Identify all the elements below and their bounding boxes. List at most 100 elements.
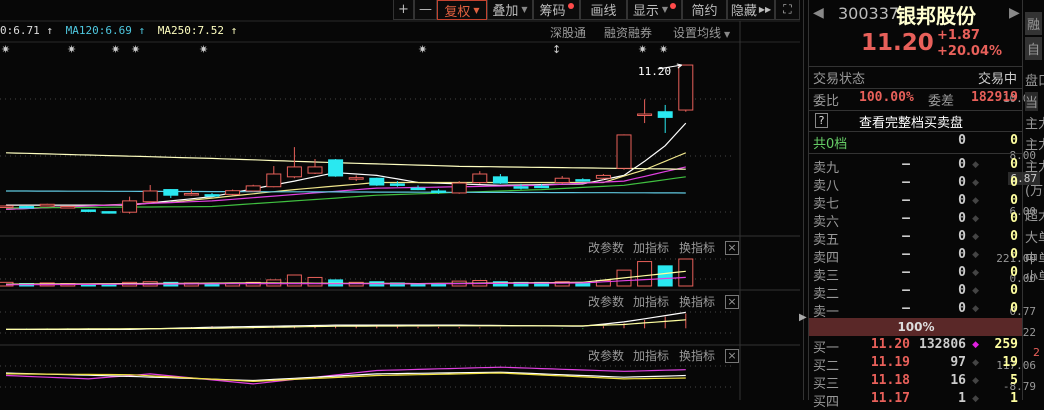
side-tab-item[interactable]: (万元: [1025, 180, 1044, 199]
diamond-icon: ◆: [972, 286, 979, 296]
switch-indicator-button[interactable]: 换指标: [679, 239, 715, 256]
close-panel-icon[interactable]: ×: [725, 295, 739, 309]
candle-down: [328, 159, 344, 177]
ma-settings-dropdown[interactable]: 设置均线 ▼: [673, 24, 730, 41]
candle-up: [472, 173, 488, 183]
overlay-dropdown[interactable]: 叠加 ▼: [487, 0, 533, 20]
sell-volume: 0: [958, 301, 966, 316]
diamond-icon: ◆: [972, 268, 979, 278]
next-stock-arrow-icon[interactable]: ▶: [1009, 5, 1020, 21]
event-marker-icon[interactable]: ✷: [659, 43, 668, 56]
event-marker-icon[interactable]: ✷: [67, 43, 76, 56]
fullscreen-icon: ⛶: [783, 2, 792, 16]
side-tab-item[interactable]: 大单: [1025, 227, 1044, 246]
weibi-value: 100.00%: [859, 90, 914, 105]
candle-up: [678, 64, 694, 111]
sell-row: 卖九 — 0 ◆ 0: [809, 157, 1023, 176]
side-tab-item[interactable]: 中单: [1025, 248, 1044, 267]
volume-bar: [286, 274, 302, 287]
side-tab-item[interactable]: 小单: [1025, 266, 1044, 285]
diamond-icon: ◆: [972, 394, 979, 404]
add-indicator-button[interactable]: 加指标: [633, 347, 669, 364]
macd-dif-line: [6, 311, 686, 330]
sell-price: —: [902, 175, 910, 190]
candle-down: [163, 189, 179, 196]
fuquan-dropdown[interactable]: 复权 ▼: [437, 0, 487, 20]
collapse-arrow-icon[interactable]: ▶: [799, 312, 807, 323]
add-indicator-button[interactable]: 加指标: [633, 239, 669, 256]
side-tab-item[interactable]: 当: [1025, 92, 1039, 111]
stock-code: 300337: [838, 4, 900, 23]
ma-legend-item: MA250:7.52 ↑: [157, 24, 238, 37]
sell-price: —: [902, 265, 910, 280]
sell-row: 卖四 — 0 ◆ 0: [809, 247, 1023, 266]
zoom-in-button[interactable]: +: [393, 0, 414, 20]
switch-indicator-button[interactable]: 换指标: [679, 347, 715, 364]
edit-params-button[interactable]: 改参数: [588, 239, 624, 256]
side-tab-item[interactable]: 主力: [1025, 113, 1044, 132]
diamond-icon: ◆: [972, 376, 979, 386]
buy-order-count: 1: [1010, 391, 1018, 406]
prev-stock-arrow-icon[interactable]: ◀: [813, 5, 824, 21]
caret-down-icon: ▼: [661, 5, 669, 14]
ma-line-ma120: [6, 190, 686, 194]
candle-up: [616, 134, 632, 169]
buy-level-label: 买三: [813, 377, 840, 392]
ma-legend-item: MA120:6.69 ↑: [65, 24, 146, 37]
side-tab-item[interactable]: 融: [1025, 12, 1043, 35]
close-panel-icon[interactable]: ×: [725, 349, 739, 363]
sell-volume: 0: [958, 211, 966, 226]
event-marker-icon[interactable]: ✷: [1, 43, 10, 56]
event-marker-icon[interactable]: ✷: [199, 43, 208, 56]
side-tab-item[interactable]: 2: [1033, 346, 1040, 359]
shengutong-link[interactable]: 深股通: [550, 24, 586, 41]
total-levels-label: 共0档: [813, 137, 848, 152]
kline-chart[interactable]: [0, 0, 800, 400]
add-indicator-button[interactable]: 加指标: [633, 293, 669, 310]
ma-legend-item: 0:6.71 ↑: [0, 24, 53, 37]
simple-mode-button[interactable]: 简约: [682, 0, 727, 20]
weibi-label: 委比: [813, 94, 840, 109]
sell-order-count: 0: [1010, 193, 1018, 208]
shengutong-marker-icon[interactable]: ↕: [552, 43, 561, 56]
side-tab-item[interactable]: 主力: [1025, 156, 1044, 175]
caret-down-icon: ▼: [724, 30, 731, 39]
ma-settings-label: 设置均线: [673, 26, 722, 40]
zoom-out-button[interactable]: —: [414, 0, 437, 20]
switch-indicator-button[interactable]: 换指标: [679, 293, 715, 310]
side-tab-item[interactable]: 超大: [1025, 205, 1044, 224]
display-dropdown[interactable]: 显示 ▼: [627, 0, 682, 20]
sell-price: —: [902, 301, 910, 316]
candle-up: [286, 166, 302, 178]
side-tab-item[interactable]: 自: [1025, 37, 1043, 60]
side-tab-item[interactable]: 主力: [1025, 134, 1044, 153]
edit-params-button[interactable]: 改参数: [588, 347, 624, 364]
splitter[interactable]: [803, 0, 804, 400]
caret-down-icon: ▼: [521, 5, 528, 14]
candle-down: [534, 185, 550, 189]
draw-line-button[interactable]: 画线: [580, 0, 627, 20]
chips-button[interactable]: 筹码: [533, 0, 580, 20]
fullscreen-button[interactable]: ⛶: [775, 0, 800, 20]
side-tab-item[interactable]: 盘口: [1025, 70, 1044, 89]
edit-params-button[interactable]: 改参数: [588, 293, 624, 310]
buy-level-label: 买二: [813, 359, 840, 374]
event-marker-icon[interactable]: ✷: [638, 43, 647, 56]
simple-mode-label: 简约: [691, 4, 718, 19]
diamond-icon: ◆: [972, 232, 979, 242]
help-icon[interactable]: ?: [815, 113, 828, 128]
event-marker-icon[interactable]: ✷: [131, 43, 140, 56]
sell-volume: 0: [958, 175, 966, 190]
sell-level-label: 卖八: [813, 179, 840, 194]
margin-trading-link[interactable]: 融资融券: [604, 24, 652, 41]
event-marker-icon[interactable]: ✷: [418, 43, 427, 56]
full-book-link[interactable]: 查看完整档买卖盘: [859, 112, 963, 131]
stock-name: 银邦股份: [896, 4, 976, 28]
close-panel-icon[interactable]: ×: [725, 241, 739, 255]
diamond-icon: ◆: [972, 304, 979, 314]
buy-row: 买三 11.18 16 ◆ 5: [809, 373, 1023, 392]
candle-up: [451, 182, 467, 194]
hide-button[interactable]: 隐藏 ▶▶: [727, 0, 775, 20]
event-marker-icon[interactable]: ✷: [111, 43, 120, 56]
buy-row: 买一 11.20 132806 ◆ 259: [809, 337, 1023, 356]
